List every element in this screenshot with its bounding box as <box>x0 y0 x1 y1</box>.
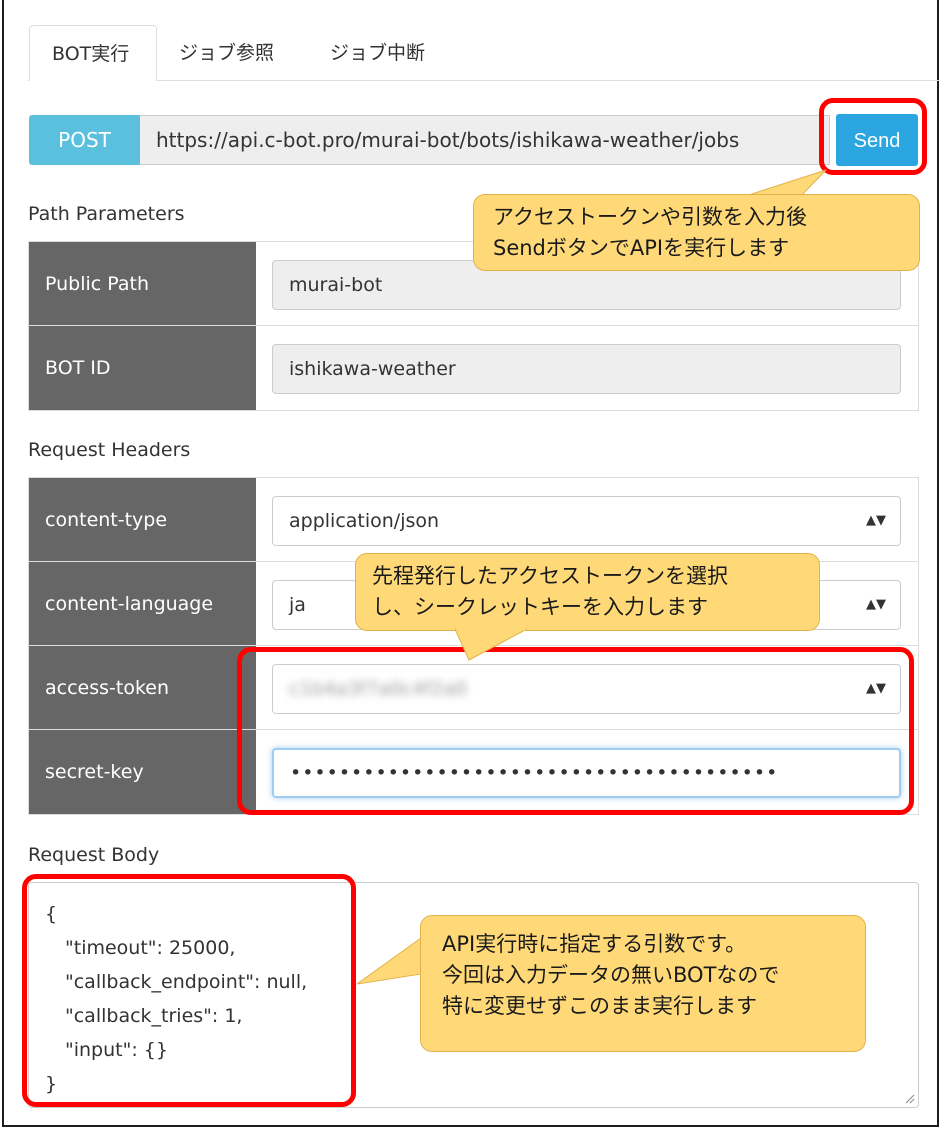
resize-grip-icon[interactable] <box>905 1094 915 1104</box>
endpoint-url: https://api.c-bot.pro/murai-bot/bots/ish… <box>140 115 830 165</box>
request-body-title: Request Body <box>28 844 160 866</box>
header-name-secret-key: secret-key <box>29 730 256 814</box>
callout-line: SendボタンでAPIを実行します <box>493 236 790 260</box>
request-headers-title: Request Headers <box>28 439 191 461</box>
header-row-content-type: content-type application/json ▲▼ <box>29 478 918 562</box>
callout-line: アクセストークンや引数を入力後 <box>493 205 807 229</box>
credentials-highlight-box <box>237 647 914 815</box>
callout-line: し、シークレットキーを入力します <box>372 595 708 619</box>
param-name-public-path: Public Path <box>29 242 256 325</box>
content-type-select[interactable]: application/json ▲▼ <box>272 496 901 546</box>
callout-line: 特に変更せずこのまま実行します <box>442 994 757 1018</box>
tab-job-view[interactable]: ジョブ参照 <box>157 25 296 81</box>
header-name-content-type: content-type <box>29 478 256 561</box>
content-type-value: application/json <box>289 510 440 532</box>
sort-arrows-icon: ▲▼ <box>866 597 886 612</box>
callout-line: 今回は入力データの無いBOTなので <box>442 963 780 987</box>
tab-job-abort[interactable]: ジョブ中断 <box>308 25 447 81</box>
callout-pointer <box>357 937 423 985</box>
callout-pointer <box>455 628 528 661</box>
param-name-bot-id: BOT ID <box>29 326 256 410</box>
send-highlight-box <box>819 98 927 175</box>
header-name-content-language: content-language <box>29 562 256 645</box>
body-highlight-box <box>22 874 356 1107</box>
sort-arrows-icon: ▲▼ <box>866 513 886 528</box>
param-row-bot-id: BOT ID ishikawa-weather <box>29 326 918 410</box>
path-parameters-title: Path Parameters <box>28 203 185 225</box>
tab-bot-execute[interactable]: BOT実行 <box>29 25 157 81</box>
http-method-badge: POST <box>29 115 140 165</box>
content-language-value: ja <box>289 594 306 616</box>
header-name-access-token: access-token <box>29 646 256 729</box>
body-callout: API実行時に指定する引数です。 今回は入力データの無いBOTなので 特に変更せ… <box>420 915 866 1052</box>
token-callout: 先程発行したアクセストークンを選択 し、シークレットキーを入力します <box>355 553 820 631</box>
bot-id-field: ishikawa-weather <box>272 344 901 394</box>
callout-line: 先程発行したアクセストークンを選択 <box>372 564 728 588</box>
callout-line: API実行時に指定する引数です。 <box>442 932 747 956</box>
send-callout: アクセストークンや引数を入力後 SendボタンでAPIを実行します <box>473 194 920 271</box>
